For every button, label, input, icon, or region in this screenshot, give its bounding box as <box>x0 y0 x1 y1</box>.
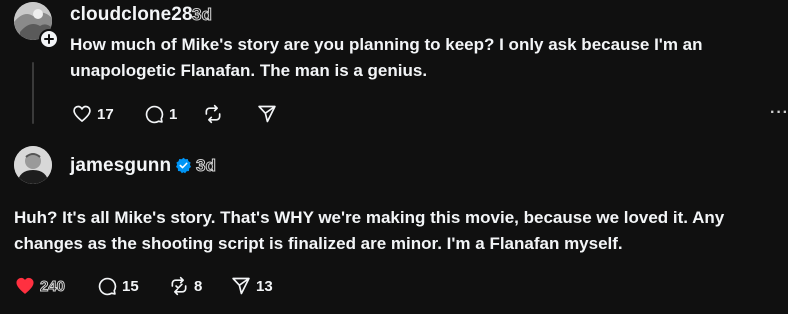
repost-icon <box>205 104 221 124</box>
more-icon[interactable]: ··· <box>770 104 788 122</box>
repost-icon <box>171 276 187 296</box>
verified-icon <box>175 157 192 174</box>
post-text-line: Huh? It's all Mike's story. That's WHY w… <box>14 208 725 227</box>
share-button[interactable]: 13 <box>231 276 273 296</box>
repost-button[interactable] <box>203 104 228 124</box>
timestamp[interactable]: 3d <box>196 156 217 176</box>
thread-line <box>32 62 34 124</box>
post-text: How much of Mike's story are you plannin… <box>70 32 703 84</box>
comment-icon <box>98 277 117 296</box>
share-icon <box>258 105 276 123</box>
repost-count: 8 <box>194 277 203 295</box>
like-count: 240 <box>39 277 66 295</box>
post-text: Huh? It's all Mike's story. That's WHY w… <box>14 205 724 257</box>
username[interactable]: cloudclone28 <box>70 4 193 26</box>
follow-plus-icon[interactable] <box>39 29 59 49</box>
timestamp[interactable]: 3d <box>192 5 213 25</box>
like-button[interactable]: 240 <box>15 276 66 296</box>
share-count: 13 <box>256 277 273 295</box>
reply-button[interactable]: 15 <box>97 276 139 296</box>
reply-count: 15 <box>122 277 139 295</box>
share-button[interactable] <box>257 104 282 124</box>
avatar[interactable] <box>14 146 52 184</box>
comment-icon <box>145 105 164 124</box>
heart-filled-icon <box>16 277 34 294</box>
post-text-line: unapologetic Flanafan. The man is a geni… <box>70 61 428 80</box>
post-text-line: How much of Mike's story are you plannin… <box>70 35 703 54</box>
post-text-line: changes as the shooting script is finali… <box>14 234 623 253</box>
share-icon <box>232 277 250 295</box>
reply-count: 1 <box>169 105 178 123</box>
reply-button[interactable]: 1 <box>144 104 177 124</box>
username[interactable]: jamesgunn <box>70 155 171 177</box>
repost-button[interactable]: 8 <box>169 276 202 296</box>
heart-icon <box>73 105 91 122</box>
like-button[interactable]: 17 <box>72 104 114 124</box>
like-count: 17 <box>97 105 114 123</box>
